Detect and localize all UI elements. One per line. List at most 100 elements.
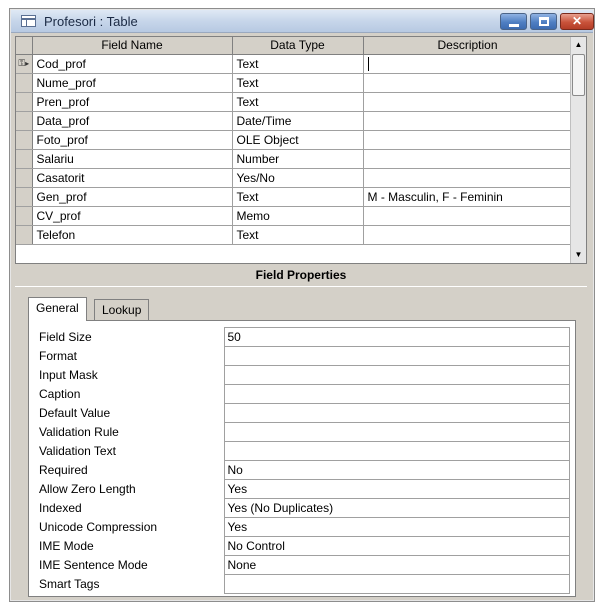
property-value-field[interactable]: No [223,460,570,480]
property-value-field[interactable] [223,574,570,594]
column-header-description[interactable]: Description [363,37,573,55]
description-cell[interactable] [363,168,573,188]
description-cell[interactable] [363,225,573,245]
field-name-cell[interactable]: Nume_prof [32,73,233,93]
title-bar[interactable]: Profesori : Table ✕ [11,10,594,33]
property-label: IME Mode [39,539,94,553]
description-cell[interactable]: M - Masculin, F - Feminin [363,187,573,207]
tab-lookup[interactable]: Lookup [94,299,150,320]
property-value-field[interactable] [223,346,570,366]
tab-general[interactable]: General [28,297,87,321]
scroll-thumb[interactable] [572,54,585,96]
property-row: IME Sentence Mode None [36,555,570,575]
field-properties-panel: General Lookup Field Size 50 Format Input M… [15,286,587,598]
property-value-field[interactable] [223,384,570,404]
table-row[interactable]: CV_prof Memo [16,206,573,226]
property-value-field[interactable] [223,365,570,385]
table-row[interactable]: ⚿▸ Cod_prof Text [16,54,573,74]
table-row[interactable]: Nume_prof Text [16,73,573,93]
description-cell[interactable] [363,54,573,74]
row-selector[interactable] [16,130,33,150]
property-value-field[interactable] [223,422,570,442]
field-name-cell[interactable]: Cod_prof [32,54,233,74]
property-label: Required [39,463,88,477]
row-selector[interactable] [16,206,33,226]
table-row[interactable]: Casatorit Yes/No [16,168,573,188]
scroll-down-arrow-icon[interactable]: ▼ [571,247,586,263]
row-selector[interactable] [16,111,33,131]
property-label: Indexed [39,501,82,515]
property-label: Validation Text [39,444,116,458]
property-row: Caption [36,384,570,404]
property-label: Allow Zero Length [39,482,136,496]
field-name-cell[interactable]: Foto_prof [32,130,233,150]
description-cell[interactable] [363,130,573,150]
row-pointer-icon: ▸ [25,59,30,68]
table-icon [21,15,36,27]
property-value-field[interactable]: Yes [223,479,570,499]
data-type-cell[interactable]: Yes/No [232,168,364,188]
data-type-cell[interactable]: Date/Time [232,111,364,131]
data-type-cell[interactable]: Text [232,73,364,93]
general-properties-box: Field Size 50 Format Input Mask Caption Defau… [28,320,576,597]
field-name-cell[interactable]: CV_prof [32,206,233,226]
table-row[interactable]: Pren_prof Text [16,92,573,112]
column-header-field-name[interactable]: Field Name [32,37,233,55]
description-cell[interactable] [363,111,573,131]
row-selector[interactable]: ⚿▸ [16,54,33,74]
property-value-field[interactable] [223,441,570,461]
field-name-cell[interactable]: Salariu [32,149,233,169]
property-label: IME Sentence Mode [39,558,148,572]
close-button[interactable]: ✕ [560,13,594,30]
property-label: Validation Rule [39,425,119,439]
row-selector[interactable] [16,92,33,112]
data-type-cell[interactable]: Text [232,187,364,207]
row-selector[interactable] [16,73,33,93]
property-row: Smart Tags [36,574,570,594]
field-name-cell[interactable]: Casatorit [32,168,233,188]
table-row[interactable]: Telefon Text [16,225,573,245]
property-label: Smart Tags [39,577,100,591]
property-value-field[interactable] [223,403,570,423]
data-type-cell[interactable]: Number [232,149,364,169]
field-name-cell[interactable]: Data_prof [32,111,233,131]
maximize-button[interactable] [530,13,557,30]
table-row[interactable]: Foto_prof OLE Object [16,130,573,150]
field-name-cell[interactable]: Gen_prof [32,187,233,207]
data-type-cell[interactable]: Memo [232,206,364,226]
row-selector[interactable] [16,225,33,245]
row-selector[interactable] [16,168,33,188]
property-row: Default Value [36,403,570,423]
row-selector[interactable] [16,149,33,169]
property-value-field[interactable]: Yes (No Duplicates) [223,498,570,518]
minimize-button[interactable] [500,13,527,30]
property-value-field[interactable]: No Control [223,536,570,556]
property-label: Default Value [39,406,111,420]
description-cell[interactable] [363,92,573,112]
data-type-cell[interactable]: Text [232,225,364,245]
row-selector[interactable] [16,187,33,207]
property-row: Validation Text [36,441,570,461]
data-type-cell[interactable]: Text [232,54,364,74]
property-value-field[interactable]: 50 [223,327,570,347]
window-title: Profesori : Table [44,14,138,29]
vertical-scrollbar[interactable]: ▲ ▼ [570,37,586,263]
field-name-cell[interactable]: Pren_prof [32,92,233,112]
property-row: Format [36,346,570,366]
field-name-cell[interactable]: Telefon [32,225,233,245]
description-cell[interactable] [363,73,573,93]
table-row[interactable]: Data_prof Date/Time [16,111,573,131]
description-cell[interactable] [363,206,573,226]
property-row: Unicode Compression Yes [36,517,570,537]
description-cell[interactable] [363,149,573,169]
property-value-field[interactable]: None [223,555,570,575]
property-label: Format [39,349,78,363]
table-row[interactable]: Gen_prof Text M - Masculin, F - Feminin [16,187,573,207]
column-header-data-type[interactable]: Data Type [232,37,364,55]
data-type-cell[interactable]: Text [232,92,364,112]
table-row[interactable]: Salariu Number [16,149,573,169]
scroll-up-arrow-icon[interactable]: ▲ [571,37,586,53]
data-type-cell[interactable]: OLE Object [232,130,364,150]
property-value-field[interactable]: Yes [223,517,570,537]
field-grid: Field Name Data Type Description ⚿▸ Cod_p… [15,36,587,264]
